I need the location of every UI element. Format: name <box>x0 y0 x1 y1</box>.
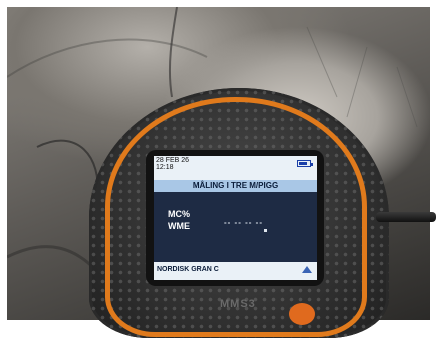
wme-label: WME <box>168 221 190 231</box>
cable-connector <box>376 212 436 222</box>
power-button[interactable] <box>289 303 315 325</box>
material-bar: NORDISK GRAN C <box>154 262 317 280</box>
battery-icon <box>297 160 313 167</box>
brand-text: MMS3 <box>220 298 256 310</box>
battery-level <box>299 162 308 165</box>
device-screen: 28 FEB 26 12:18 MÅLING I TRE M/PIGG MC% … <box>154 156 317 280</box>
date-text: 28 FEB 26 <box>156 157 190 164</box>
measurement-value-placeholder: -- -- -- -- <box>224 218 263 227</box>
material-text: NORDISK GRAN C <box>157 266 219 273</box>
screen-title: MÅLING I TRE M/PIGG <box>154 180 317 192</box>
time-text: 12:18 <box>156 164 174 171</box>
datetime: 28 FEB 26 12:18 <box>156 157 189 171</box>
decimal-dot <box>264 229 267 232</box>
triangle-up-icon <box>302 266 312 273</box>
mc-label: MC% <box>168 209 190 219</box>
